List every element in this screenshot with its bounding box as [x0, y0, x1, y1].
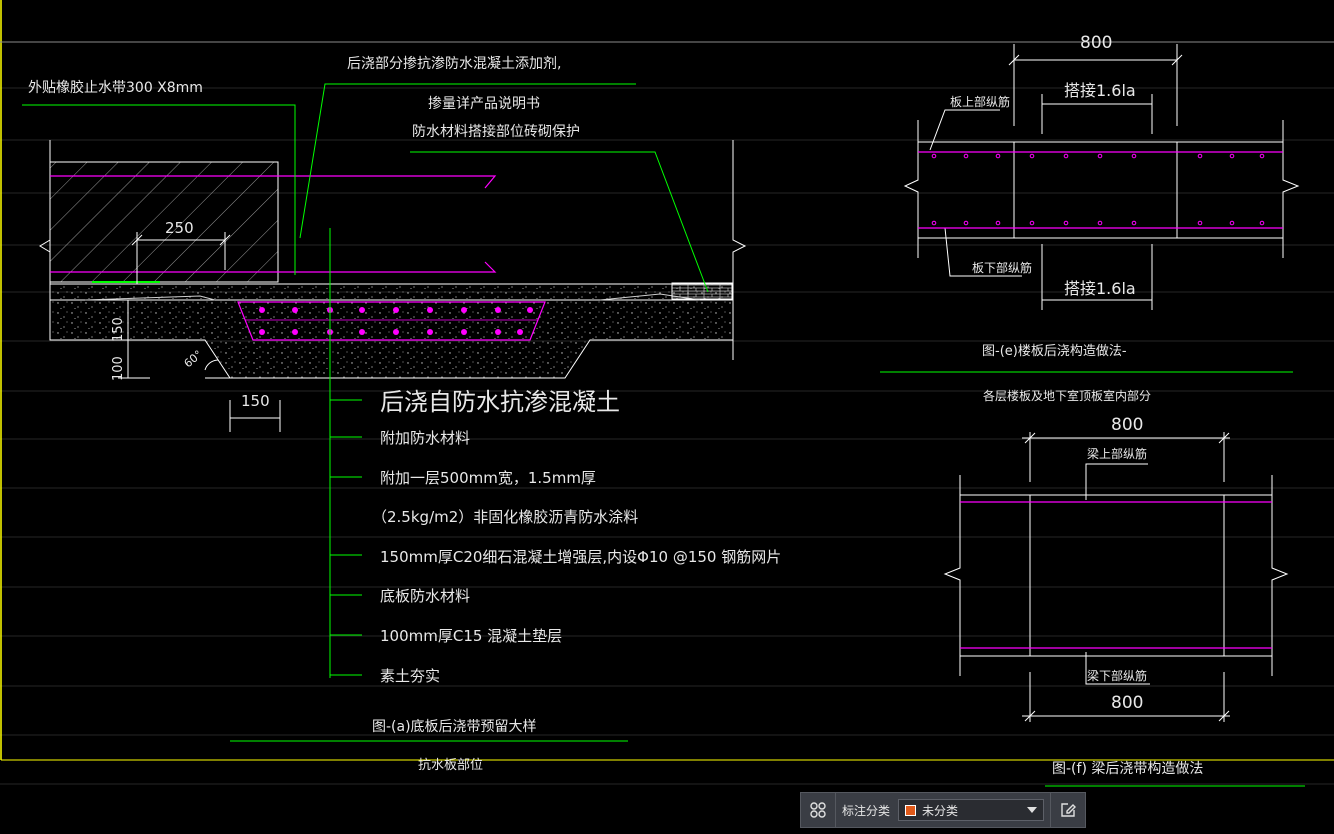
existing-slab: [49, 161, 279, 283]
note-waterstop: 外贴橡胶止水带300 X8mm: [28, 79, 203, 96]
detail-f-caption: 图-(f) 梁后浇带构造做法: [1052, 761, 1203, 777]
detail-f-text: 800 梁上部纵筋 梁下部纵筋 800 图-(f) 梁后浇带构造做法: [1045, 415, 1305, 787]
layer-3: （2.5kg/m2）非固化橡胶沥青防水涂料: [372, 508, 638, 526]
break-line-left: [39, 140, 51, 300]
layer-2: 附加一层500mm宽，1.5mm厚: [380, 469, 596, 487]
detail-e-lap-bottom: 搭接1.6la: [1064, 279, 1136, 298]
layer-5: 底板防水材料: [380, 587, 470, 605]
dim-250-label: 250: [165, 219, 194, 237]
category-selected-value: 未分类: [922, 803, 959, 818]
annotation-category-select[interactable]: 未分类: [898, 799, 1045, 821]
detail-e-rebar-dots: [931, 153, 1265, 226]
detail-e-caption: 图-(e)楼板后浇构造做法-: [982, 344, 1127, 359]
note-additive-1: 后浇部分掺抗渗防水混凝土添加剂,: [347, 55, 561, 72]
layer-4: 150mm厚C20细石混凝土增强层,内设Φ10 @150 钢筋网片: [380, 548, 781, 566]
detail-a-subcaption: 抗水板部位: [418, 758, 483, 773]
detail-e-dim-800: 800: [1080, 33, 1112, 53]
detail-f-dim-800-bottom: 800: [1111, 693, 1143, 713]
layer-1: 附加防水材料: [380, 429, 470, 447]
edit-icon[interactable]: [1050, 793, 1085, 827]
detail-f-dim-800-top: 800: [1111, 415, 1143, 435]
chevron-down-icon[interactable]: [1027, 807, 1038, 813]
category-color-swatch: [905, 804, 917, 816]
detail-e-subcaption: 各层楼板及地下室顶板室内部分: [983, 388, 1151, 403]
angle-60-label: 60°: [182, 348, 205, 370]
annotation-category-toolbar: 标注分类 未分类: [800, 792, 1086, 828]
brick-protection: [671, 282, 733, 300]
detail-a-caption: 图-(a)底板后浇带预留大样: [372, 719, 537, 735]
detail-f-rebars: [960, 501, 1272, 649]
dim-150-vertical-label: 150: [111, 317, 126, 342]
note-additive-2: 掺量详产品说明书: [428, 95, 540, 112]
cad-drawing-canvas[interactable]: 外贴橡胶止水带300 X8mm 后浇部分掺抗渗防水混凝土添加剂, 掺量详产品说明…: [0, 0, 1334, 834]
layer-7: 素土夯实: [380, 667, 440, 685]
layer-6: 100mm厚C15 混凝土垫层: [380, 627, 562, 645]
grid-apps-icon[interactable]: [801, 793, 836, 827]
detail-f-top-rebar: 梁上部纵筋: [1087, 446, 1147, 461]
break-line-right: [732, 140, 747, 360]
layer-0: 后浇自防水抗渗混凝土: [380, 388, 620, 416]
detail-e-rebars: [918, 151, 1283, 229]
detail-f-bottom-rebar: 梁下部纵筋: [1087, 668, 1147, 683]
detail-e-lap-top: 搭接1.6la: [1064, 81, 1136, 100]
detail-e-top-rebar: 板上部纵筋: [950, 94, 1010, 109]
dim-150-bottom-label: 150: [241, 392, 270, 410]
note-brick-protection: 防水材料搭接部位砖砌保护: [412, 123, 580, 140]
detail-e-bottom-rebar: 板下部纵筋: [972, 260, 1032, 275]
annotation-category-label: 标注分类: [842, 803, 891, 818]
dim-100-label: 100: [111, 356, 126, 381]
